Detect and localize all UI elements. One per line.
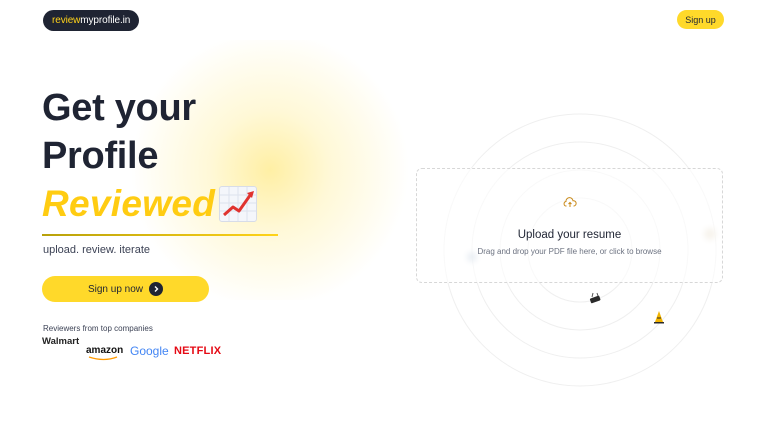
signup-now-button[interactable]: Sign up now bbox=[42, 276, 209, 302]
signup-now-label: Sign up now bbox=[87, 283, 144, 295]
chart-increasing-icon bbox=[219, 186, 258, 222]
amazon-smile-icon bbox=[88, 356, 118, 361]
hero-accent-text: Reviewed bbox=[42, 183, 216, 224]
arrow-right-icon bbox=[149, 282, 164, 296]
upload-title: Upload your resume bbox=[517, 229, 622, 241]
hero-title-line1: Get your bbox=[42, 87, 196, 129]
logo-domain: myprofile.in bbox=[80, 15, 131, 26]
signup-button-header[interactable]: Sign up bbox=[677, 10, 724, 29]
walmart-logo: Walmart bbox=[42, 336, 80, 347]
reviewers-label: Reviewers from top companies bbox=[43, 324, 153, 333]
amazon-logo-text: amazon bbox=[86, 345, 124, 356]
logo-review: review bbox=[52, 15, 81, 26]
site-logo[interactable]: review myprofile.in bbox=[43, 10, 140, 31]
upload-cloud-icon bbox=[563, 197, 577, 207]
binder-clip-icon bbox=[589, 292, 601, 304]
google-logo-text: Google bbox=[130, 344, 169, 358]
resume-upload-dropzone[interactable]: Upload your resume Drag and drop your PD… bbox=[416, 168, 723, 283]
traffic-cone-icon bbox=[654, 311, 664, 324]
hero-underline bbox=[42, 234, 278, 236]
netflix-logo: NETFLIX bbox=[174, 345, 222, 357]
hero-title-line2: Profile bbox=[42, 135, 159, 177]
hero-glow bbox=[120, 40, 420, 300]
upload-subtitle: Drag and drop your PDF file here, or cli… bbox=[477, 247, 662, 256]
google-logo: Google bbox=[130, 344, 169, 358]
hero-title-accent: Reviewed bbox=[42, 182, 258, 226]
hero-tagline: upload. review. iterate bbox=[43, 244, 151, 256]
amazon-logo: amazon bbox=[86, 345, 124, 361]
